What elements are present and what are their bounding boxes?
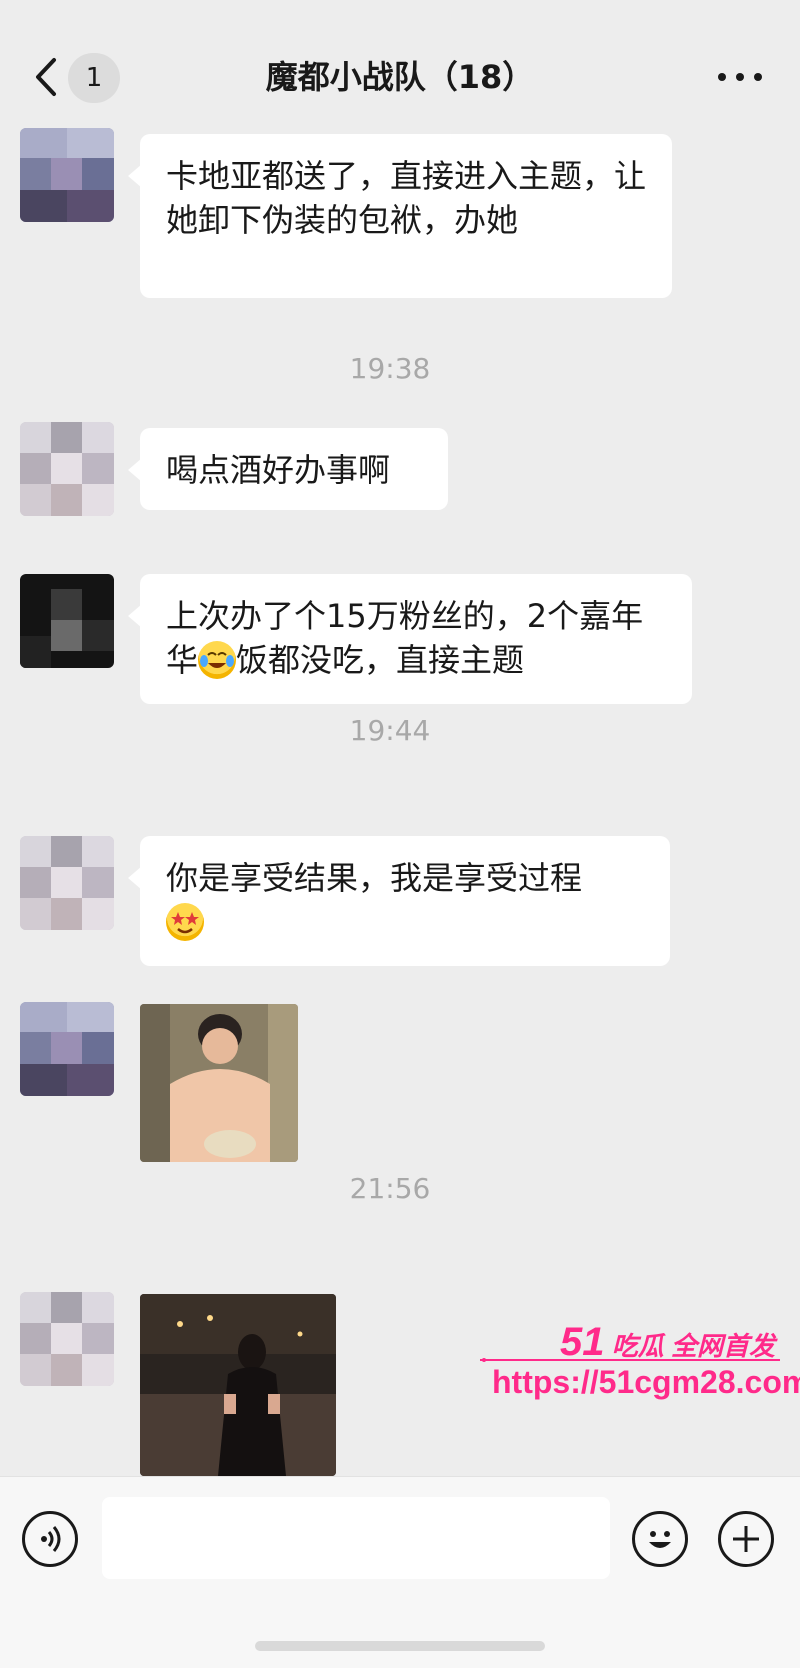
avatar[interactable] xyxy=(20,128,114,222)
message-input[interactable] xyxy=(102,1497,610,1579)
emoji-button[interactable] xyxy=(632,1511,688,1567)
message-text: 饭都没吃，直接主题 xyxy=(236,641,525,679)
tears-of-joy-emoji-icon xyxy=(198,641,237,679)
pixelated-avatar-icon xyxy=(20,128,114,222)
watermark-text: 吃瓜 全网首发 xyxy=(611,1331,775,1361)
image-message[interactable] xyxy=(140,1004,298,1162)
image-message[interactable] xyxy=(140,1294,336,1476)
watermark-line-icon xyxy=(480,1358,780,1362)
chat-header: 1 魔都小战队（18） xyxy=(0,0,800,122)
plus-icon xyxy=(733,1526,759,1552)
watermark-brand: 51 吃瓜 全网首发 xyxy=(560,1320,790,1364)
voice-button[interactable] xyxy=(22,1511,78,1567)
pixelated-avatar-icon xyxy=(20,574,114,668)
message-bubble[interactable]: 上次办了个15万粉丝的，2个嘉年华 饭都没吃，直接主题 xyxy=(128,574,692,704)
message-text: 卡地亚都送了，直接进入主题，让她卸下伪装的包袱，办她 xyxy=(166,157,647,239)
message-text: 喝点酒好办事啊 xyxy=(166,451,391,489)
pixelated-avatar-icon xyxy=(20,836,114,930)
avatar[interactable] xyxy=(20,422,114,516)
pixelated-avatar-icon xyxy=(20,1292,114,1386)
message-bubble[interactable]: 卡地亚都送了，直接进入主题，让她卸下伪装的包袱，办她 xyxy=(128,134,672,298)
back-button[interactable] xyxy=(28,52,68,102)
input-bar xyxy=(0,1476,800,1668)
more-button[interactable] xyxy=(710,62,770,92)
pixelated-avatar-icon xyxy=(20,422,114,516)
watermark-url: https://51cgm28.com xyxy=(492,1364,800,1400)
unread-badge[interactable]: 1 xyxy=(68,53,120,103)
night-street-photo-icon xyxy=(140,1294,336,1476)
add-button[interactable] xyxy=(718,1511,774,1567)
chevron-left-icon xyxy=(36,58,56,96)
emoji-smile-icon xyxy=(649,1531,671,1548)
message-bubble[interactable]: 喝点酒好办事啊 xyxy=(128,428,448,510)
chat-title: 魔都小战队（18） xyxy=(265,58,535,96)
message-bubble[interactable]: 你是享受结果，我是享受过程 xyxy=(128,836,670,966)
avatar[interactable] xyxy=(20,1002,114,1096)
avatar[interactable] xyxy=(20,1292,114,1386)
message-text: 你是享受结果，我是享受过程 xyxy=(166,859,583,897)
pixelated-avatar-icon xyxy=(20,1002,114,1096)
more-dots-icon xyxy=(718,73,762,81)
star-struck-emoji-icon xyxy=(166,903,204,941)
avatar[interactable] xyxy=(20,574,114,668)
timestamp: 19:38 xyxy=(349,352,431,385)
avatar[interactable] xyxy=(20,836,114,930)
timestamp: 19:44 xyxy=(349,714,431,747)
timestamp: 21:56 xyxy=(349,1172,431,1205)
voice-icon xyxy=(41,1526,61,1552)
home-indicator[interactable] xyxy=(255,1641,545,1651)
meme-photo-icon xyxy=(140,1004,298,1162)
